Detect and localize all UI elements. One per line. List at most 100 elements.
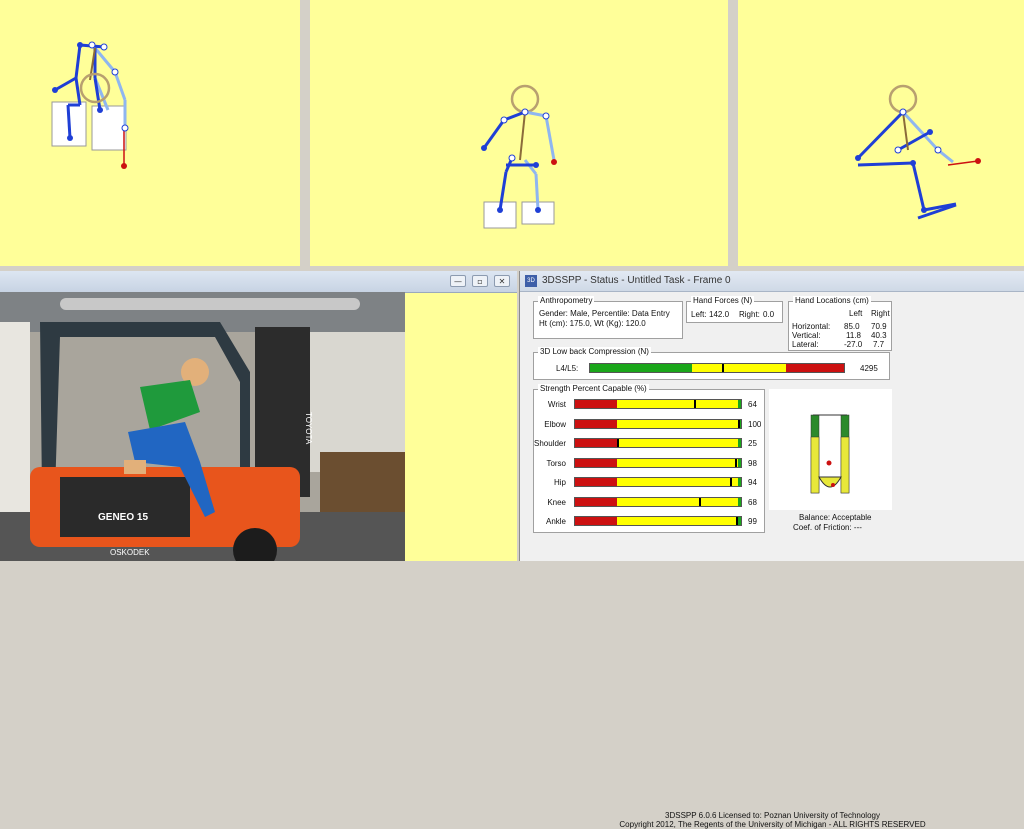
balance-status: Balance: Acceptable — [799, 513, 872, 522]
side-view-figure — [855, 84, 981, 220]
license-line: 3DSSPP 6.0.6 Licensed to: Poznan Univers… — [665, 811, 880, 820]
strength-bar-wrist — [574, 399, 742, 409]
hand-location-vertical-label: Vertical: — [792, 331, 821, 340]
balance-footprint — [810, 414, 850, 494]
strength-green-zone — [737, 400, 741, 408]
forklift-scene: GENEO 15 OSKODEK TOYOTA — [0, 292, 405, 561]
hand-locations-group: Hand Locations (cm) Left Right Horizonta… — [788, 296, 892, 351]
strength-marker-shoulder — [616, 439, 619, 447]
strength-label-ankle: Ankle — [545, 517, 566, 526]
hand-location-lateral-right: 7.7 — [873, 340, 885, 349]
strength-value-knee: 68 — [748, 497, 757, 507]
front-view[interactable] — [310, 0, 728, 266]
photo-window: — ▫ ✕ GENEO 15 OSKODEK TOYOTA — [0, 271, 517, 561]
strength-red-zone — [575, 478, 617, 486]
top-view-figure — [51, 41, 129, 169]
forklift-photo: GENEO 15 OSKODEK TOYOTA — [0, 292, 405, 561]
strength-title: Strength Percent Capable (%) — [538, 384, 649, 393]
strength-label-shoulder: Shoulder — [534, 439, 567, 448]
low-back-title: 3D Low back Compression (N) — [538, 347, 651, 356]
strength-value-torso: 98 — [748, 458, 757, 468]
low-back-value: 4295 — [860, 364, 878, 373]
strength-marker-knee — [698, 497, 701, 506]
hand-forces-group: Hand Forces (N) Left: 142.0 Right: 0.0 — [686, 296, 783, 323]
strength-bar-torso — [574, 457, 742, 468]
strength-marker-torso — [735, 458, 738, 467]
status-window: 3D 3DSSPP - Status - Untitled Task - Fra… — [519, 271, 1024, 829]
hand-forces-title: Hand Forces (N) — [691, 296, 755, 305]
low-back-red-zone — [785, 364, 844, 372]
strength-bar-shoulder — [574, 438, 742, 448]
strength-bar-hip — [574, 477, 742, 487]
hand-location-vertical-left: 11.8 — [846, 331, 861, 340]
strength-value-shoulder: 25 — [748, 439, 757, 448]
low-back-green-zone — [590, 364, 692, 372]
forklift-dealer-label: OSKODEK — [110, 548, 150, 557]
strength-label-knee: Knee — [547, 497, 566, 507]
hand-location-horizontal-label: Horizontal: — [792, 322, 831, 331]
restore-icon[interactable]: ▫ — [472, 275, 488, 287]
strength-label-elbow: Elbow — [544, 419, 566, 429]
strength-value-hip: 94 — [748, 478, 757, 487]
strength-red-zone — [575, 439, 617, 447]
strength-value-ankle: 99 — [748, 517, 757, 526]
license-footer: 3DSSPP 6.0.6 Licensed to: Poznan Univers… — [520, 811, 1024, 829]
strength-yellow-zone — [616, 439, 738, 447]
minimize-icon[interactable]: — — [450, 275, 466, 287]
strength-red-zone — [575, 458, 617, 467]
strength-value-wrist: 64 — [748, 400, 757, 409]
strength-yellow-zone — [616, 478, 738, 486]
strength-yellow-zone — [616, 497, 738, 506]
strength-yellow-zone — [616, 458, 738, 467]
forklift-brand-label: TOYOTA — [304, 412, 313, 445]
status-window-title: 3DSSPP - Status - Untitled Task - Frame … — [542, 275, 731, 286]
app-icon: 3D — [525, 275, 537, 287]
low-back-group: 3D Low back Compression (N) L4/L5: 4295 — [533, 347, 890, 380]
hand-force-left-label: Left: — [691, 310, 707, 319]
side-view[interactable] — [738, 0, 1024, 266]
strength-value-elbow: 100 — [748, 419, 762, 429]
strength-red-zone — [575, 419, 617, 428]
status-window-titlebar[interactable]: 3D 3DSSPP - Status - Untitled Task - Fra… — [520, 271, 1024, 292]
balance-group: Balance: Acceptable Coef. of Friction: -… — [769, 389, 892, 532]
strength-marker-ankle — [736, 517, 739, 525]
strength-bar-ankle — [574, 516, 742, 526]
strength-marker-wrist — [694, 400, 697, 408]
view-divider-horizontal — [0, 266, 1024, 271]
top-view[interactable] — [0, 0, 300, 266]
strength-bar-elbow — [574, 418, 742, 429]
strength-marker-hip — [730, 478, 733, 486]
strength-red-zone — [575, 517, 617, 525]
hand-location-horizontal-right: 70.9 — [871, 322, 887, 331]
strength-label-hip: Hip — [553, 478, 566, 487]
strength-red-zone — [575, 400, 617, 408]
strength-label-wrist: Wrist — [547, 400, 566, 409]
strength-green-zone — [737, 478, 741, 486]
strength-group: Strength Percent Capable (%) Wrist 64 Elbo… — [533, 384, 765, 533]
hand-location-vertical-right: 40.3 — [871, 331, 887, 340]
hand-location-horizontal-left: 85.0 — [844, 322, 860, 331]
coefficient-of-friction: Coef. of Friction: --- — [793, 523, 862, 532]
forklift-model-label: GENEO 15 — [98, 512, 148, 523]
photo-window-titlebar[interactable]: — ▫ ✕ — [0, 271, 517, 293]
strength-yellow-zone — [616, 517, 738, 525]
strength-bar-knee — [574, 496, 742, 507]
hand-locations-title: Hand Locations (cm) — [793, 296, 871, 305]
hand-locations-col-right: Right — [871, 309, 890, 318]
anthropometry-group: Anthropometry Gender: Male, Percentile: … — [533, 296, 683, 339]
strength-yellow-zone — [616, 419, 738, 428]
low-back-label: L4/L5: — [556, 364, 579, 373]
strength-yellow-zone — [616, 400, 738, 408]
close-icon[interactable]: ✕ — [494, 275, 510, 287]
low-back-bar — [589, 363, 845, 373]
hand-force-right-label: Right: — [739, 310, 760, 319]
hand-force-left-value: 142.0 — [709, 310, 730, 319]
hand-locations-col-left: Left — [849, 309, 863, 318]
strength-green-zone — [737, 497, 741, 506]
view-divider-vertical-2 — [728, 0, 738, 266]
anthropometry-height-weight: Ht (cm): 175.0, Wt (Kg): 120.0 — [539, 319, 646, 328]
low-back-marker — [722, 364, 725, 372]
copyright-line: Copyright 2012, The Regents of the Unive… — [619, 820, 926, 829]
low-back-yellow-zone — [691, 364, 786, 372]
strength-green-zone — [737, 458, 741, 467]
